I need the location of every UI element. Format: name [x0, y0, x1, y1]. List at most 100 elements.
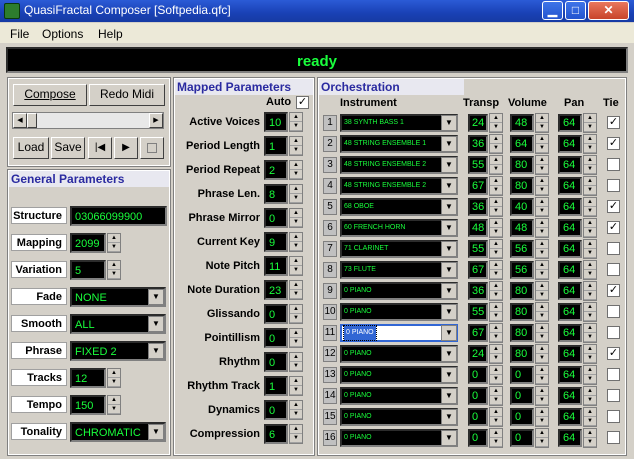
transp-spinner[interactable]: ▲ ▼	[489, 113, 503, 133]
volume-field[interactable]: 56	[510, 261, 534, 279]
transp-field[interactable]: 55	[468, 303, 488, 321]
tie-checkbox[interactable]	[607, 431, 620, 444]
pan-field[interactable]: 64	[558, 135, 582, 153]
tie-checkbox[interactable]	[607, 389, 620, 402]
pan-field[interactable]: 64	[558, 387, 582, 405]
transp-spinner[interactable]: ▲ ▼	[489, 260, 503, 280]
load-button[interactable]: Load	[13, 137, 49, 159]
pointillism-spinner[interactable]: ▲ ▼	[289, 328, 303, 348]
volume-field[interactable]: 48	[510, 219, 534, 237]
phrase-mirror-field[interactable]: 0	[264, 208, 288, 228]
rhythm-track-spinner[interactable]: ▲ ▼	[289, 376, 303, 396]
pointillism-field[interactable]: 0	[264, 328, 288, 348]
volume-field[interactable]: 80	[510, 177, 534, 195]
chevron-down-icon[interactable]: ▼	[441, 304, 457, 320]
pan-field[interactable]: 64	[558, 219, 582, 237]
menu-options[interactable]: Options	[42, 27, 83, 41]
pan-spinner[interactable]: ▲ ▼	[583, 260, 597, 280]
pan-field[interactable]: 64	[558, 429, 582, 447]
pan-field[interactable]: 64	[558, 324, 582, 342]
transp-field[interactable]: 67	[468, 261, 488, 279]
scroll-right-icon[interactable]: ▶	[149, 113, 163, 128]
transp-field[interactable]: 0	[468, 387, 488, 405]
volume-spinner[interactable]: ▲ ▼	[535, 281, 549, 301]
note-duration-field[interactable]: 23	[264, 280, 288, 300]
tie-checkbox[interactable]	[607, 263, 620, 276]
transp-spinner[interactable]: ▲ ▼	[489, 218, 503, 238]
scroll-thumb[interactable]	[27, 113, 37, 128]
phrase-mirror-spinner[interactable]: ▲ ▼	[289, 208, 303, 228]
volume-field[interactable]: 0	[510, 387, 534, 405]
pan-spinner[interactable]: ▲ ▼	[583, 365, 597, 385]
pan-field[interactable]: 64	[558, 345, 582, 363]
chevron-down-icon[interactable]: ▼	[441, 346, 457, 362]
volume-field[interactable]: 80	[510, 156, 534, 174]
volume-field[interactable]: 40	[510, 198, 534, 216]
pan-spinner[interactable]: ▲ ▼	[583, 323, 597, 343]
pan-field[interactable]: 64	[558, 303, 582, 321]
note-duration-spinner[interactable]: ▲ ▼	[289, 280, 303, 300]
tie-checkbox[interactable]: ✓	[607, 200, 620, 213]
chevron-down-icon[interactable]: ▼	[441, 115, 457, 131]
tie-checkbox[interactable]: ✓	[607, 137, 620, 150]
pan-spinner[interactable]: ▲ ▼	[583, 407, 597, 427]
chevron-down-icon[interactable]: ▼	[441, 136, 457, 152]
transp-field[interactable]: 24	[468, 345, 488, 363]
volume-field[interactable]: 0	[510, 366, 534, 384]
transp-field[interactable]: 55	[468, 156, 488, 174]
current-key-field[interactable]: 9	[264, 232, 288, 252]
pan-field[interactable]: 64	[558, 282, 582, 300]
volume-spinner[interactable]: ▲ ▼	[535, 197, 549, 217]
transp-field[interactable]: 36	[468, 282, 488, 300]
period-repeat-spinner[interactable]: ▲ ▼	[289, 160, 303, 180]
compression-field[interactable]: 6	[264, 424, 288, 444]
volume-field[interactable]: 48	[510, 114, 534, 132]
transp-field[interactable]: 55	[468, 240, 488, 258]
chevron-down-icon[interactable]: ▼	[441, 178, 457, 194]
chevron-down-icon[interactable]: ▼	[441, 430, 457, 446]
transp-spinner[interactable]: ▲ ▼	[489, 344, 503, 364]
dynamics-spinner[interactable]: ▲ ▼	[289, 400, 303, 420]
stop-icon[interactable]	[140, 137, 164, 159]
tie-checkbox[interactable]: ✓	[607, 284, 620, 297]
variation-field[interactable]: 5	[70, 260, 106, 280]
volume-field[interactable]: 80	[510, 345, 534, 363]
volume-spinner[interactable]: ▲ ▼	[535, 218, 549, 238]
tie-checkbox[interactable]	[607, 242, 620, 255]
glissando-field[interactable]: 0	[264, 304, 288, 324]
scroll-left-icon[interactable]: ◀	[13, 113, 27, 128]
tracks-field[interactable]: 12	[70, 368, 106, 388]
volume-spinner[interactable]: ▲ ▼	[535, 113, 549, 133]
transp-field[interactable]: 0	[468, 366, 488, 384]
phrase-len-field[interactable]: 8	[264, 184, 288, 204]
menu-help[interactable]: Help	[98, 27, 123, 41]
redo-midi-button[interactable]: Redo Midi	[89, 84, 165, 106]
pan-spinner[interactable]: ▲ ▼	[583, 302, 597, 322]
fade-chevron-down-icon[interactable]: ▼	[148, 289, 164, 305]
transp-spinner[interactable]: ▲ ▼	[489, 365, 503, 385]
chevron-down-icon[interactable]: ▼	[441, 388, 457, 404]
volume-spinner[interactable]: ▲ ▼	[535, 428, 549, 448]
transp-field[interactable]: 0	[468, 429, 488, 447]
volume-spinner[interactable]: ▲ ▼	[535, 344, 549, 364]
transp-spinner[interactable]: ▲ ▼	[489, 155, 503, 175]
tie-checkbox[interactable]	[607, 158, 620, 171]
volume-field[interactable]: 56	[510, 240, 534, 258]
transp-spinner[interactable]: ▲ ▼	[489, 323, 503, 343]
pan-spinner[interactable]: ▲ ▼	[583, 428, 597, 448]
period-length-field[interactable]: 1	[264, 136, 288, 156]
transp-spinner[interactable]: ▲ ▼	[489, 197, 503, 217]
volume-field[interactable]: 64	[510, 135, 534, 153]
volume-field[interactable]: 0	[510, 408, 534, 426]
mapping-field[interactable]: 2099	[70, 233, 106, 253]
tie-checkbox[interactable]	[607, 305, 620, 318]
menu-file[interactable]: File	[10, 27, 29, 41]
volume-spinner[interactable]: ▲ ▼	[535, 176, 549, 196]
tie-checkbox[interactable]	[607, 326, 620, 339]
phrase-len-spinner[interactable]: ▲ ▼	[289, 184, 303, 204]
pan-field[interactable]: 64	[558, 156, 582, 174]
variation-spinner[interactable]: ▲ ▼	[107, 260, 121, 280]
maximize-button[interactable]: □	[565, 1, 586, 20]
volume-field[interactable]: 80	[510, 324, 534, 342]
transp-spinner[interactable]: ▲ ▼	[489, 239, 503, 259]
